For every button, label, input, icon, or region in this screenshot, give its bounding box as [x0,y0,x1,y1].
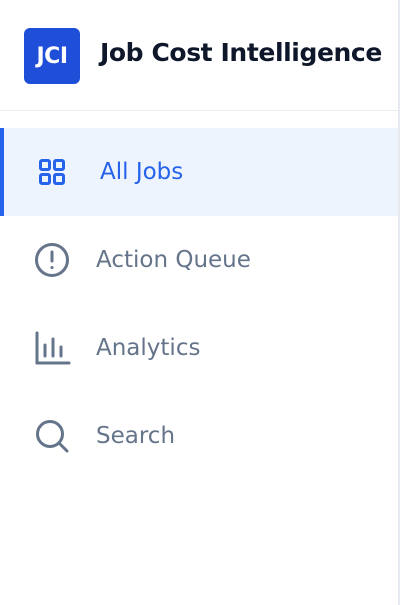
sidebar-header: JCI Job Cost Intelligence [0,0,398,111]
grid-icon [39,159,65,185]
sidebar-item-label: Analytics [96,335,201,361]
sidebar-item-all-jobs[interactable]: All Jobs [0,128,398,216]
sidebar-item-label: Search [96,423,176,449]
sidebar-item-action-queue[interactable]: Action Queue [0,216,398,304]
app-logo[interactable]: JCI [24,28,80,84]
alert-circle-icon [35,243,69,277]
sidebar-nav: All Jobs Action Queue Analytics Search [0,128,398,480]
search-icon [36,420,69,453]
sidebar-item-analytics[interactable]: Analytics [0,304,398,392]
sidebar-item-search[interactable]: Search [0,392,398,480]
sidebar-item-label: All Jobs [100,159,184,185]
sidebar-item-label: Action Queue [96,247,251,273]
sidebar: JCI Job Cost Intelligence All Jobs Actio… [0,0,400,605]
app-title: Job Cost Intelligence [100,38,382,67]
bar-chart-icon [35,331,71,365]
